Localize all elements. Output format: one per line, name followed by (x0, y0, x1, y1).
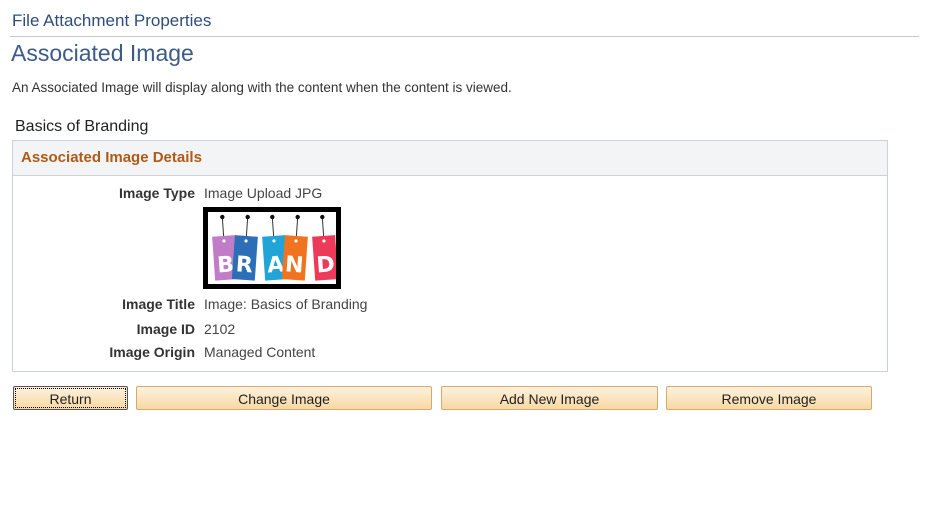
return-button[interactable]: Return (13, 386, 128, 410)
image-title-value: Image: Basics of Branding (204, 296, 368, 312)
svg-text:R: R (235, 252, 254, 278)
associated-image-details-panel: Associated Image Details Image Type Imag… (12, 140, 888, 372)
svg-text:D: D (316, 252, 336, 278)
window-title: File Attachment Properties (12, 11, 212, 30)
image-type-label: Image Type (119, 185, 195, 201)
svg-text:B: B (216, 252, 234, 278)
image-id-label: Image ID (136, 321, 195, 337)
title-divider (10, 36, 919, 37)
brand-thumbnail-image: BRAND (203, 207, 341, 289)
image-title-label: Image Title (122, 296, 195, 312)
image-id-value: 2102 (204, 321, 236, 337)
image-type-value: Image Upload JPG (204, 185, 323, 201)
brand-thumbnail-svg: BRAND (208, 212, 339, 284)
image-origin-label: Image Origin (109, 344, 195, 360)
add-new-image-button[interactable]: Add New Image (441, 386, 658, 410)
page-title: Associated Image (11, 40, 194, 66)
intro-text: An Associated Image will display along w… (12, 80, 512, 95)
remove-image-button[interactable]: Remove Image (666, 386, 872, 410)
image-origin-value: Managed Content (204, 344, 316, 360)
svg-text:N: N (284, 252, 304, 278)
change-image-button[interactable]: Change Image (136, 386, 432, 410)
content-name: Basics of Branding (15, 118, 149, 135)
section-header: Associated Image Details (13, 141, 887, 176)
